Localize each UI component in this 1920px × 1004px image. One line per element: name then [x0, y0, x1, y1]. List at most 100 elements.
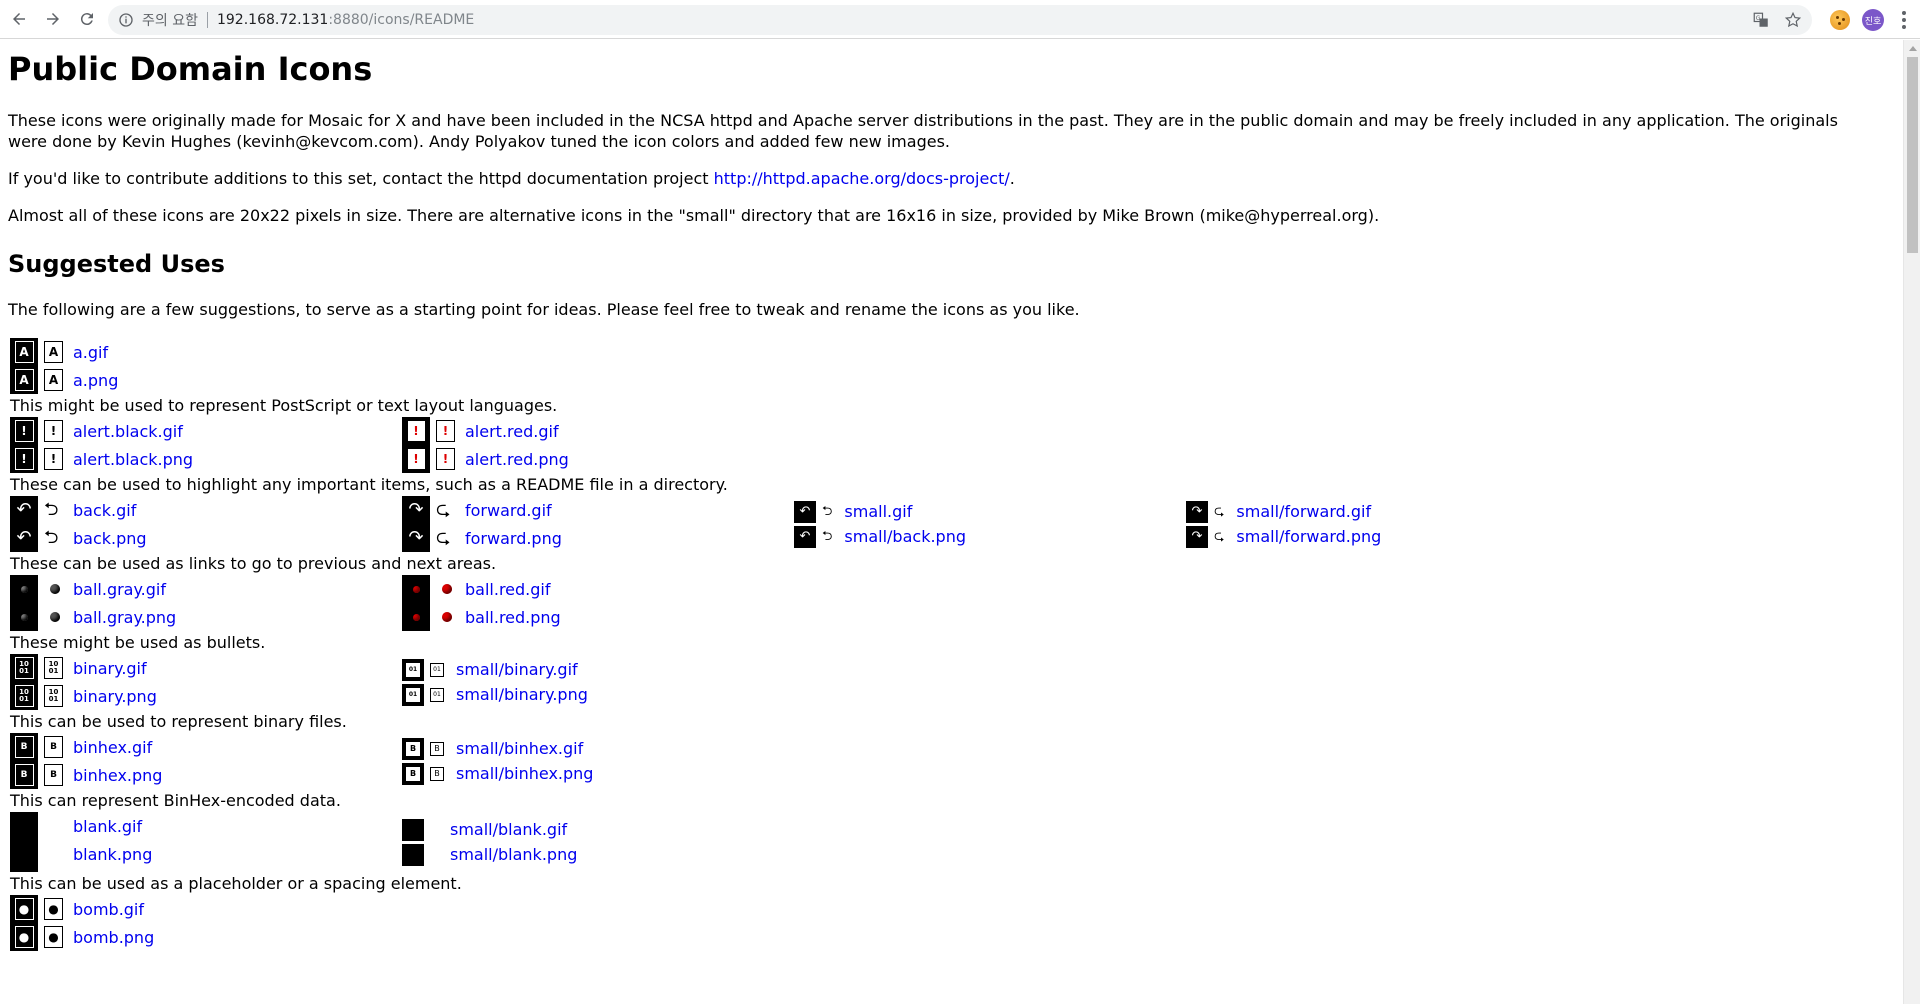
ball-red-icon: [412, 585, 420, 593]
small-binhex-icon: B: [402, 737, 424, 760]
small-binary-icon: 01: [430, 662, 444, 677]
black-icon-column: [10, 575, 38, 632]
link-small-binary-gif[interactable]: small/binary.gif: [456, 660, 578, 679]
link-bomb-png[interactable]: bomb.png: [73, 928, 154, 947]
icon-cell: ↷ ⮎ small/forward.gif ↷ ⮎ small/forward.png: [1186, 496, 1576, 552]
ball-red-icon: [442, 612, 452, 623]
small-forward-icon: ⮎: [1214, 504, 1225, 520]
link-small-gif[interactable]: small.gif: [844, 502, 912, 521]
list-item: 01 01 small/binary.gif: [402, 657, 792, 682]
list-item: B Bsmall/binhex.gif: [402, 736, 792, 761]
link-a-png[interactable]: a.png: [73, 371, 118, 390]
small-blank-icon: [402, 818, 424, 841]
link-small-binary-png[interactable]: small/binary.png: [456, 685, 588, 704]
icon-cell: A A Aa.gif Aa.png: [10, 338, 400, 395]
back-button[interactable]: [4, 4, 34, 34]
link-alert-black-gif[interactable]: alert.black.gif: [73, 422, 183, 441]
link-bomb-gif[interactable]: bomb.gif: [73, 900, 144, 919]
link-back-gif[interactable]: back.gif: [73, 501, 136, 520]
row-description: This might be used to represent PostScri…: [10, 396, 558, 416]
table-row: A A Aa.gif Aa.png: [10, 338, 1576, 395]
black-icon-column: 10 01 10 01: [10, 654, 38, 711]
list-item: Bbinhex.gif: [44, 733, 162, 761]
link-small-blank-png[interactable]: small/blank.png: [450, 845, 577, 864]
small-forward-icon: ⮎: [1214, 529, 1225, 545]
info-icon[interactable]: [118, 12, 134, 28]
table-row: blank.gif blank.png small/blank.gif smal…: [10, 812, 1576, 873]
icon-list: ↶ ⮌ small.gif ↶ ⮌ small/back.png: [794, 499, 1184, 549]
row-description: These can be used to highlight any impor…: [10, 475, 728, 495]
forward-button[interactable]: [38, 4, 68, 34]
reload-button[interactable]: [72, 4, 102, 34]
small-forward-icon: ↷: [1186, 525, 1208, 548]
page-title: Public Domain Icons: [8, 50, 373, 88]
a-icon: A: [14, 369, 34, 392]
link-small-forward-png[interactable]: small/forward.png: [1236, 527, 1381, 546]
alert-icon: !: [14, 448, 34, 471]
scrollbar-thumb[interactable]: [1907, 57, 1918, 253]
link-ball-gray-gif[interactable]: ball.gray.gif: [73, 580, 166, 599]
url-text[interactable]: 192.168.72.131:8880/icons/README: [217, 12, 474, 28]
binhex-icon: B: [14, 764, 34, 787]
arrow-right-icon: [47, 13, 59, 25]
list-item: ball.gray.png: [44, 603, 176, 631]
link-ball-gray-png[interactable]: ball.gray.png: [73, 608, 176, 627]
table-row: This can be used as a placeholder or a s…: [10, 874, 1576, 893]
small-binary-icon: 01: [430, 687, 444, 702]
link-alert-red-gif[interactable]: alert.red.gif: [465, 422, 559, 441]
black-icon-column: B B: [10, 733, 38, 790]
link-forward-gif[interactable]: forward.gif: [465, 501, 552, 520]
icon-list: Aa.gif Aa.png: [44, 338, 118, 394]
bomb-icon: ●: [14, 898, 34, 921]
binhex-icon: B: [44, 736, 63, 759]
icon-cell: blank.gif blank.png: [10, 812, 400, 873]
bookmark-star-icon[interactable]: [1784, 11, 1802, 29]
address-bar[interactable]: 주의 요함 192.168.72.131:8880/icons/README G: [108, 5, 1812, 35]
link-a-gif[interactable]: a.gif: [73, 343, 108, 362]
list-item: ● bomb.gif: [44, 895, 154, 923]
back-arrow-icon: ⮌: [44, 499, 59, 521]
svg-text:G: G: [1756, 15, 1761, 22]
profile-avatar[interactable]: 진호: [1862, 9, 1884, 31]
icon-list: ! alert.red.gif ! alert.red.png: [436, 417, 569, 473]
list-item: ↶ ⮌ small/back.png: [794, 524, 1184, 549]
list-item: ball.gray.gif: [44, 575, 176, 603]
table-row: This might be used to represent PostScri…: [10, 396, 1576, 415]
link-binhex-png[interactable]: binhex.png: [73, 766, 162, 785]
link-small-blank-gif[interactable]: small/blank.gif: [450, 820, 567, 839]
translate-icon[interactable]: G: [1752, 11, 1770, 29]
arrow-left-icon: [13, 13, 25, 25]
security-label: 주의 요함: [142, 13, 198, 29]
omnibox-actions: G: [1752, 5, 1802, 35]
link-binary-gif[interactable]: binary.gif: [73, 659, 147, 678]
icon-cell: ↶ ⮌ small.gif ↶ ⮌ small/back.png: [794, 496, 1184, 552]
link-blank-gif[interactable]: blank.gif: [73, 817, 142, 836]
link-small-back-png[interactable]: small/back.png: [844, 527, 966, 546]
icon-cell: 10 01 10 01 10 01 binary.gif 10 01 binary.png: [10, 654, 400, 711]
link-ball-red-gif[interactable]: ball.red.gif: [465, 580, 550, 599]
link-small-binhex-gif[interactable]: small/binhex.gif: [456, 739, 583, 758]
ball-gray-icon: [50, 584, 60, 595]
link-small-binhex-png[interactable]: small/binhex.png: [456, 764, 593, 783]
list-item: ball.red.gif: [436, 575, 561, 603]
link-alert-black-png[interactable]: alert.black.png: [73, 450, 193, 469]
link-forward-png[interactable]: forward.png: [465, 529, 562, 548]
menu-kebab-icon[interactable]: [1896, 9, 1912, 31]
link-back-png[interactable]: back.png: [73, 529, 147, 548]
link-alert-red-png[interactable]: alert.red.png: [465, 450, 569, 469]
cookie-extension-icon[interactable]: [1830, 10, 1850, 30]
bomb-icon: ●: [44, 898, 63, 921]
list-item: ⮎ forward.png: [436, 524, 562, 552]
vertical-scrollbar[interactable]: [1903, 40, 1920, 1004]
list-item: ball.red.png: [436, 603, 561, 631]
link-small-forward-gif[interactable]: small/forward.gif: [1236, 502, 1371, 521]
link-binary-png[interactable]: binary.png: [73, 687, 157, 706]
link-binhex-gif[interactable]: binhex.gif: [73, 738, 152, 757]
alert-red-icon: !: [406, 420, 426, 443]
intro-2-prefix: If you'd like to contribute additions to…: [8, 169, 714, 189]
docs-project-link[interactable]: http://httpd.apache.org/docs-project/: [714, 169, 1010, 188]
link-ball-red-png[interactable]: ball.red.png: [465, 608, 561, 627]
link-blank-png[interactable]: blank.png: [73, 845, 152, 864]
scroll-up-arrow-icon[interactable]: [1904, 40, 1920, 57]
icon-cell: ! ! ! alert.black.gif ! alert.black.png: [10, 417, 400, 474]
